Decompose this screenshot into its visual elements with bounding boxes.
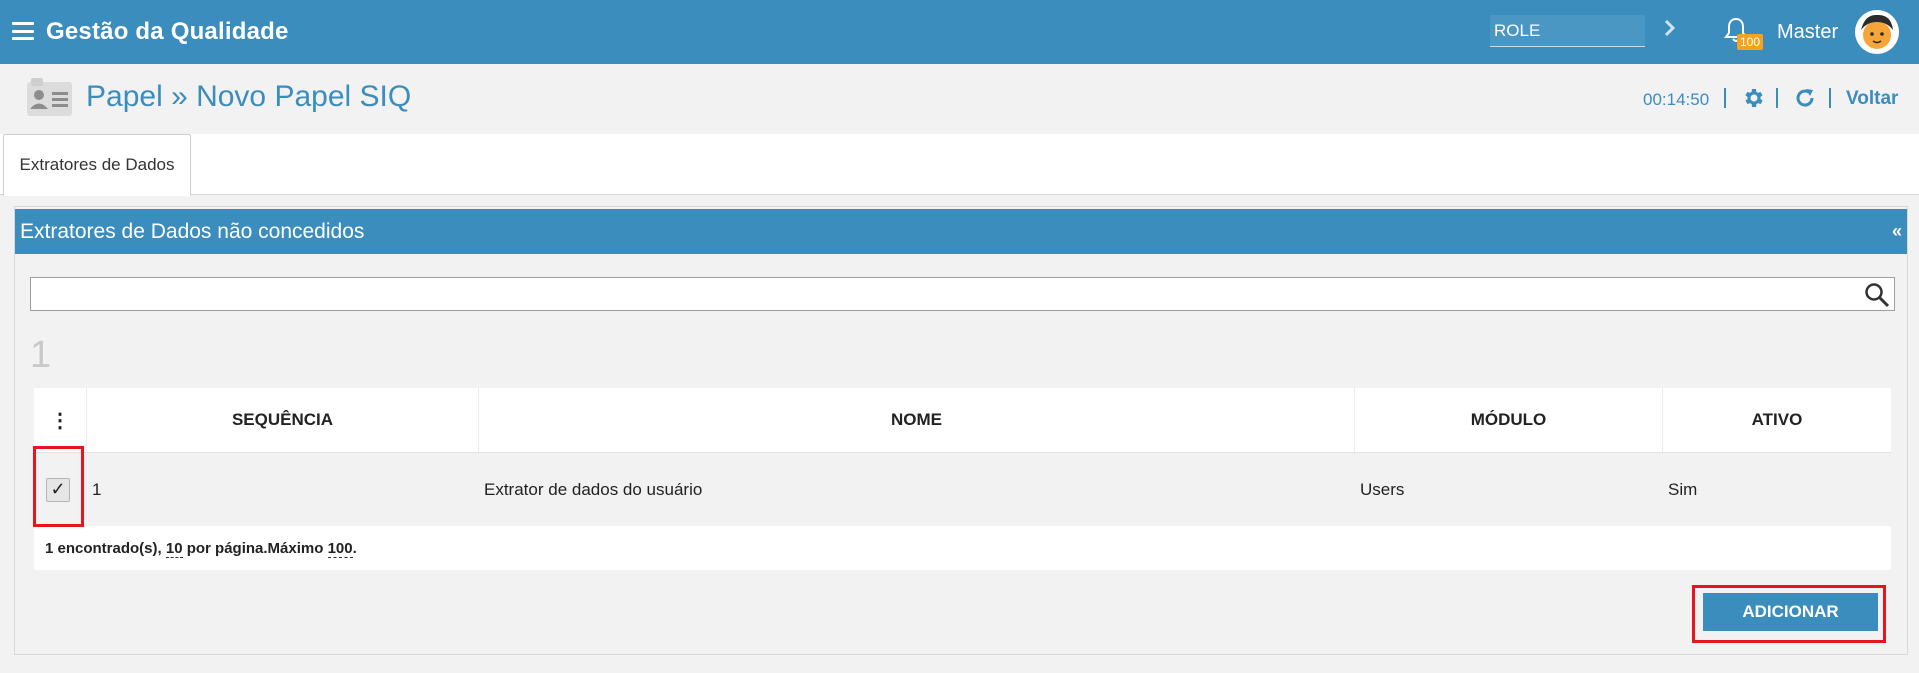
divider bbox=[1776, 88, 1778, 108]
per-page-value[interactable]: 10 bbox=[165, 540, 183, 558]
page-indicator: 1 bbox=[30, 334, 52, 376]
user-name[interactable]: Master bbox=[1777, 21, 1838, 44]
found-count-text: 1 encontrado(s), bbox=[45, 540, 166, 557]
footer-end: . bbox=[352, 540, 357, 557]
column-header-nome[interactable]: NOME bbox=[478, 388, 1354, 452]
search-icon[interactable] bbox=[1864, 282, 1890, 308]
panel-title: Extratores de Dados não concedidos bbox=[20, 220, 365, 243]
divider bbox=[1724, 88, 1726, 108]
checkbox-highlight-box bbox=[33, 446, 84, 527]
gear-icon[interactable] bbox=[1741, 86, 1765, 110]
cell-nome: Extrator de dados do usuário bbox=[484, 479, 703, 499]
chevron-right-icon[interactable] bbox=[1660, 16, 1680, 40]
refresh-icon[interactable] bbox=[1793, 86, 1817, 110]
column-header-ativo[interactable]: ATIVO bbox=[1662, 388, 1891, 452]
hamburger-icon[interactable] bbox=[12, 22, 34, 40]
tab-strip bbox=[0, 134, 1919, 195]
cell-sequencia: 1 bbox=[92, 479, 102, 499]
divider bbox=[1829, 88, 1831, 108]
collapse-icon[interactable]: « bbox=[1892, 221, 1902, 242]
avatar[interactable] bbox=[1855, 10, 1899, 54]
page-title: Papel » Novo Papel SIQ bbox=[86, 80, 412, 113]
column-header-modulo[interactable]: MÓDULO bbox=[1354, 388, 1662, 452]
notification-badge: 100 bbox=[1737, 34, 1764, 50]
panel-header: Extratores de Dados não concedidos « bbox=[15, 209, 1907, 254]
column-menu-icon[interactable]: ⋮ bbox=[34, 388, 86, 452]
cell-ativo: Sim bbox=[1668, 479, 1698, 499]
column-header-sequencia[interactable]: SEQUÊNCIA bbox=[86, 388, 478, 452]
id-card-icon bbox=[27, 78, 72, 116]
session-timer: 00:14:50 bbox=[1643, 90, 1710, 109]
add-button[interactable]: ADICIONAR bbox=[1703, 593, 1878, 631]
cell-modulo: Users bbox=[1360, 479, 1405, 499]
search-input[interactable] bbox=[30, 277, 1895, 311]
table-footer: 1 encontrado(s), 10 por página.Máximo 10… bbox=[34, 526, 1891, 570]
back-link[interactable]: Voltar bbox=[1846, 88, 1898, 110]
tab-extratores-de-dados[interactable]: Extratores de Dados bbox=[3, 134, 191, 196]
top-bar: Gestão da Qualidade 100 Master bbox=[0, 0, 1919, 64]
pagination-info: 1 encontrado(s), 10 por página.Máximo 10… bbox=[45, 540, 357, 558]
per-page-text: por página.Máximo bbox=[182, 540, 328, 557]
max-value[interactable]: 100 bbox=[327, 540, 353, 558]
app-title: Gestão da Qualidade bbox=[46, 18, 289, 45]
role-input[interactable] bbox=[1490, 15, 1645, 47]
table-row[interactable]: ✓ 1 Extrator de dados do usuário Users S… bbox=[34, 452, 1891, 526]
table-header-row: ⋮ SEQUÊNCIA NOME MÓDULO ATIVO bbox=[34, 388, 1891, 452]
